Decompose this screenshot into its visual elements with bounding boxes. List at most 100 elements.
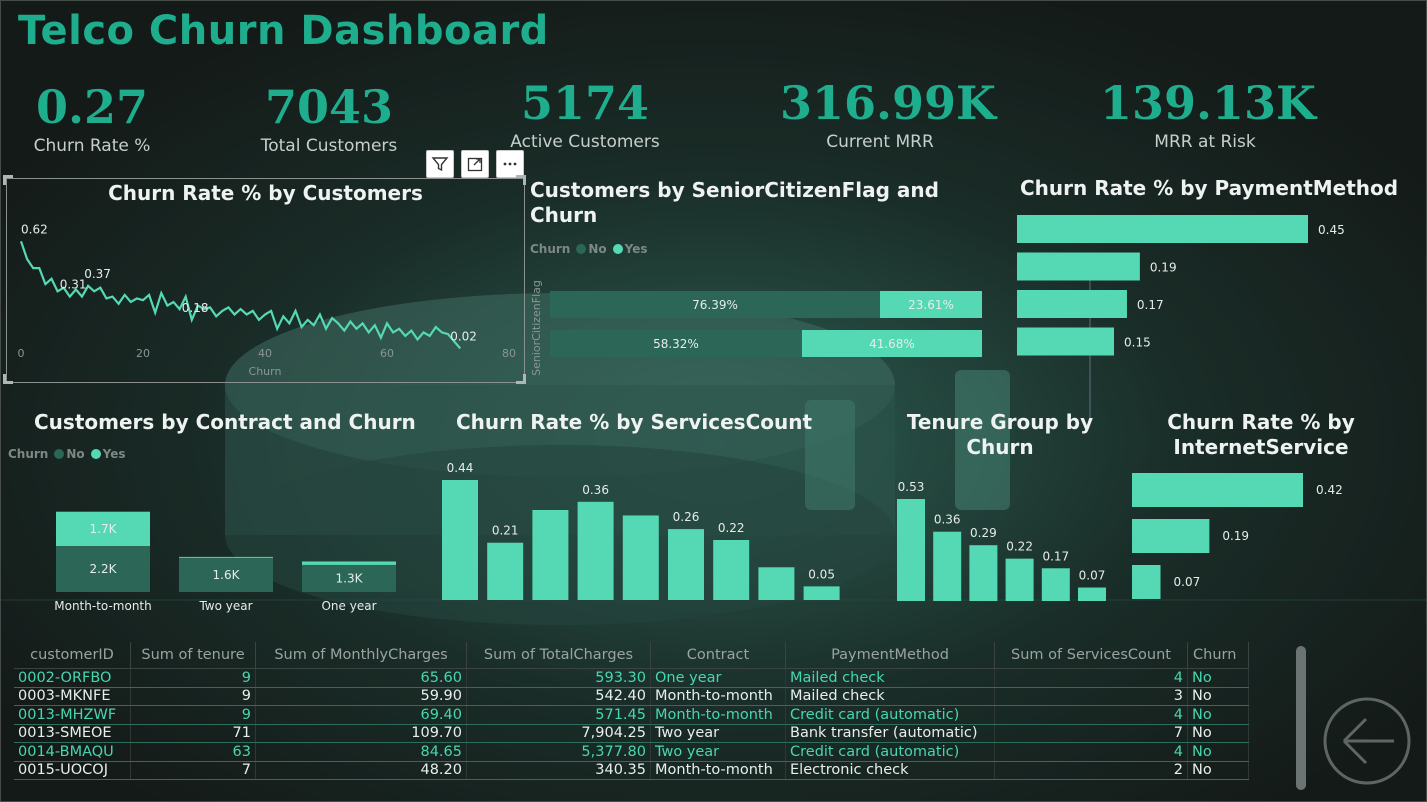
back-button[interactable] bbox=[1322, 696, 1412, 786]
focus-mode-icon[interactable] bbox=[461, 150, 489, 178]
bar bbox=[1132, 519, 1210, 553]
chart-customers-by-contract[interactable]: Customers by Contract and Churn Churn No Y… bbox=[8, 410, 438, 620]
bar bbox=[713, 540, 750, 600]
x-tick-label: 0 bbox=[18, 347, 25, 360]
chart-title: Churn Rate % by InternetService bbox=[1167, 410, 1355, 459]
chart-churn-by-payment[interactable]: Churn Rate % by PaymentMethod 0.45 0.19 0.… bbox=[1012, 176, 1422, 366]
table-cell: 0013-SMEOE bbox=[14, 724, 131, 743]
data-label: 23.61% bbox=[908, 298, 954, 312]
bar bbox=[442, 480, 478, 600]
data-label: 0.53 bbox=[898, 480, 925, 494]
column-header[interactable]: Sum of TotalCharges bbox=[466, 642, 651, 669]
scrollbar-thumb[interactable] bbox=[1296, 646, 1306, 790]
kpi-active-customers: 5174 Active Customers bbox=[500, 76, 670, 152]
table-cell: Credit card (automatic) bbox=[785, 705, 995, 725]
bar bbox=[969, 545, 998, 601]
more-options-icon[interactable] bbox=[496, 150, 524, 178]
data-label: 0.19 bbox=[1150, 261, 1177, 275]
column-header[interactable]: PaymentMethod bbox=[785, 642, 995, 669]
column-header[interactable]: customerID bbox=[14, 642, 131, 669]
table-cell: 7,904.25 bbox=[466, 724, 651, 743]
bar bbox=[1132, 473, 1303, 507]
bar bbox=[803, 586, 840, 600]
kpi-label: Active Customers bbox=[510, 132, 660, 152]
filter-icon[interactable] bbox=[426, 150, 454, 178]
customer-table[interactable]: customerID Sum of tenure Sum of MonthlyC… bbox=[14, 642, 1259, 780]
kpi-value: 0.27 bbox=[35, 80, 149, 134]
chart-title: Churn Rate % by PaymentMethod bbox=[1020, 176, 1399, 200]
kpi-mrr-at-risk: 139.13K MRR at Risk bbox=[1100, 76, 1316, 152]
dashboard-title: Telco Churn Dashboard bbox=[18, 8, 549, 54]
payment-bars: 0.45 0.19 0.17 0.15 bbox=[1017, 215, 1345, 356]
chart-tenure-group-by-churn[interactable]: Tenure Group by Churn 0.53 0.36 0.29 0.22 0.… bbox=[890, 410, 1120, 605]
kpi-label: MRR at Risk bbox=[1154, 132, 1256, 152]
data-label: 0.02 bbox=[450, 329, 477, 343]
data-label: 1.3K bbox=[336, 571, 364, 585]
column-header[interactable]: Sum of tenure bbox=[130, 642, 256, 669]
data-table: customerID Sum of tenure Sum of MonthlyC… bbox=[14, 642, 1249, 780]
table-scrollbar[interactable] bbox=[1296, 646, 1306, 790]
data-label: 0.26 bbox=[673, 510, 700, 524]
kpi-value: 7043 bbox=[264, 80, 394, 134]
table-cell: 571.45 bbox=[466, 705, 651, 725]
x-tick-label: 80 bbox=[502, 347, 516, 360]
bar bbox=[1017, 252, 1140, 281]
data-label: 0.22 bbox=[1006, 540, 1033, 554]
data-label: 2.2K bbox=[90, 562, 118, 576]
table-cell: No bbox=[1187, 742, 1249, 762]
column-header[interactable]: Sum of MonthlyCharges bbox=[255, 642, 467, 669]
table-cell: 69.40 bbox=[255, 705, 467, 725]
bar-segment-yes bbox=[302, 561, 396, 565]
chart-customers-by-senior[interactable]: Customers by SeniorCitizenFlag and Churn… bbox=[530, 178, 990, 378]
column-header[interactable]: Churn bbox=[1187, 642, 1249, 669]
kpi-current-mrr: 316.99K Current MRR bbox=[780, 76, 996, 152]
visual-header bbox=[426, 150, 524, 178]
table-cell: 9 bbox=[130, 668, 256, 688]
data-label: 1.6K bbox=[213, 568, 241, 582]
table-cell: 48.20 bbox=[255, 761, 467, 780]
data-label: 1.7K bbox=[90, 522, 118, 536]
table-cell: 71 bbox=[130, 724, 256, 743]
bar-segment-yes bbox=[179, 556, 273, 558]
chart-churn-by-customers[interactable]: Churn Rate % by Customers 0.62 0.37 0.31 0.… bbox=[6, 178, 525, 383]
line-plot: 0.62 0.370.31 0.18 0.02 0 20 40 60 80 Churn bbox=[18, 222, 517, 378]
table-cell: Two year bbox=[650, 724, 786, 743]
chart-churn-by-servicescount[interactable]: Churn Rate % by ServicesCount 0.44 0.21 0.… bbox=[440, 410, 850, 605]
table-row[interactable]: 0002-ORFBO 9 65.60 593.30 One year Mailed che… bbox=[14, 668, 1249, 688]
table-cell: 59.90 bbox=[255, 687, 467, 706]
x-tick-label: One year bbox=[321, 599, 376, 613]
table-row[interactable]: 0014-BMAQU 63 84.65 5,377.80 Two year Credit … bbox=[14, 742, 1249, 762]
table-cell: Electronic check bbox=[785, 761, 995, 780]
data-label: 0.36 bbox=[582, 483, 609, 497]
kpi-label: Total Customers bbox=[260, 136, 398, 156]
chart-title: Churn Rate % by Customers bbox=[108, 181, 423, 205]
column-header[interactable]: Contract bbox=[650, 642, 786, 669]
table-cell: 542.40 bbox=[466, 687, 651, 706]
table-cell: 3 bbox=[994, 687, 1188, 706]
y-axis-label: SeniorCitizenFlag bbox=[530, 280, 543, 376]
table-body: 0002-ORFBO 9 65.60 593.30 One year Mailed che… bbox=[14, 668, 1249, 780]
table-row[interactable]: 0013-SMEOE 71 109.70 7,904.25 Two year Bank t… bbox=[14, 724, 1249, 743]
chart-legend: Churn No Yes bbox=[530, 242, 990, 256]
bar bbox=[1041, 568, 1070, 601]
table-row[interactable]: 0015-UOCOJ 7 48.20 340.35 Month-to-month Elec… bbox=[14, 761, 1249, 780]
table-cell: Bank transfer (automatic) bbox=[785, 724, 995, 743]
chart-legend: Churn No Yes bbox=[8, 447, 438, 461]
chart-churn-by-internetservice[interactable]: Churn Rate % by InternetService 0.42 0.19… bbox=[1126, 410, 1424, 605]
x-tick-label: Two year bbox=[198, 599, 252, 613]
table-cell: No bbox=[1187, 724, 1249, 743]
data-label: 0.17 bbox=[1137, 298, 1164, 312]
table-row[interactable]: 0003-MKNFE 9 59.90 542.40 Month-to-month Mail… bbox=[14, 687, 1249, 706]
data-label: 0.22 bbox=[718, 521, 745, 535]
column-header[interactable]: Sum of ServicesCount bbox=[994, 642, 1188, 669]
table-cell: 0014-BMAQU bbox=[14, 742, 131, 762]
data-label: 0.19 bbox=[1222, 529, 1249, 543]
table-row[interactable]: 0013-MHZWF 9 69.40 571.45 Month-to-month Cred… bbox=[14, 705, 1249, 725]
table-cell: Mailed check bbox=[785, 668, 995, 688]
data-label: 0.42 bbox=[1316, 483, 1343, 497]
legend-item-no: No bbox=[588, 242, 607, 256]
data-label: 41.68% bbox=[869, 337, 915, 351]
bar bbox=[1017, 215, 1308, 243]
table-cell: Month-to-month bbox=[650, 705, 786, 725]
data-label: 0.29 bbox=[970, 526, 997, 540]
